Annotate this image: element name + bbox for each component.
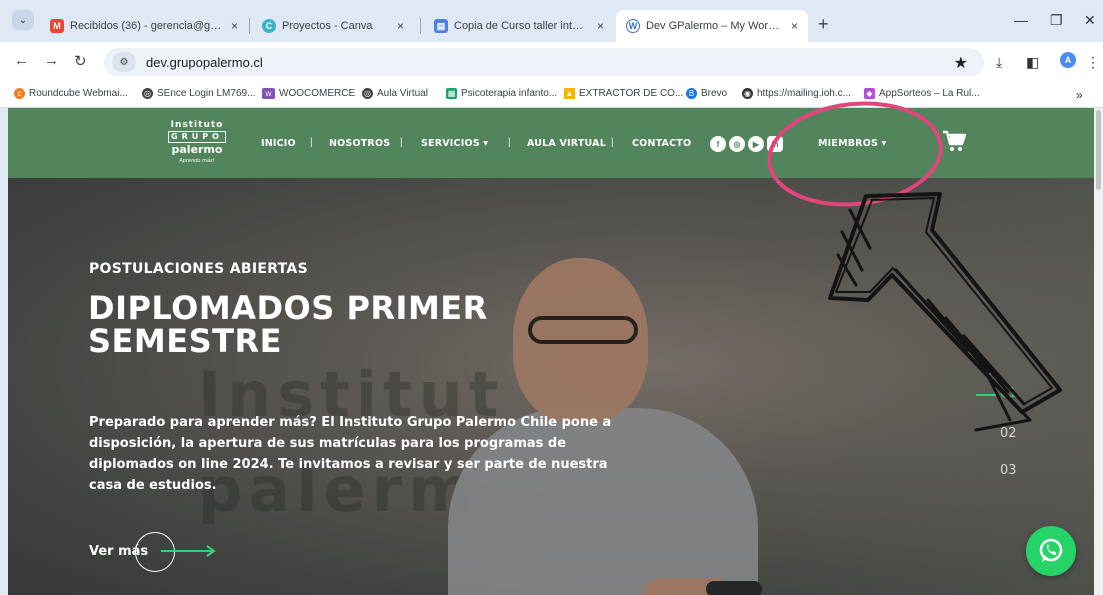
chevron-down-icon: ▾ [881, 138, 887, 149]
linkedin-icon[interactable]: in [767, 136, 783, 152]
appsorteos-icon: ◆ [864, 88, 875, 99]
nav-nosotros[interactable]: NOSOTROS [329, 138, 390, 149]
mailing-icon: ◉ [742, 88, 753, 99]
nav-separator: | [508, 137, 511, 148]
browser-menu-icon[interactable]: ⋮ [1086, 54, 1100, 71]
globe-icon: ◎ [142, 88, 153, 99]
profile-avatar[interactable]: A [1060, 52, 1076, 68]
ver-mas-link[interactable]: Ver más [89, 532, 229, 572]
new-tab-button[interactable]: + [818, 15, 829, 33]
slides-icon: ▤ [434, 19, 448, 33]
bookmark-psicoterapia[interactable]: ▦ Psicoterapia infanto... [446, 88, 557, 99]
bookmark-star-icon[interactable]: ★ [954, 53, 968, 73]
close-window-icon[interactable]: ✕ [1084, 12, 1096, 29]
nav-servicios[interactable]: SERVICIOS ▾ [421, 138, 488, 149]
hero-kicker: POSTULACIONES ABIERTAS [89, 261, 308, 277]
site-header: Instituto GRUPO palermo Aprendo más! INI… [8, 108, 1094, 178]
back-icon[interactable]: ← [14, 52, 29, 69]
tab-slides[interactable]: ▤ Copia de Curso taller intervenci × [424, 10, 614, 42]
bookmark-mailing[interactable]: ◉ https://mailing.ioh.c... [742, 88, 851, 99]
side-panel-icon[interactable]: ◧ [1026, 54, 1039, 71]
tab-canva[interactable]: C Proyectos - Canva × [252, 10, 414, 42]
bookmark-appsorteos[interactable]: ◆ AppSorteos – La Rul... [864, 88, 980, 99]
tab-divider [420, 18, 421, 34]
close-tab-icon[interactable]: × [231, 19, 238, 33]
gmail-icon: M [50, 19, 64, 33]
drive-icon: ▲ [564, 88, 575, 99]
bookmark-woocomerce[interactable]: w WOOCOMERCE [262, 88, 355, 99]
roundcube-icon: c [14, 88, 25, 99]
nav-inicio[interactable]: INICIO [261, 138, 296, 149]
instagram-icon[interactable]: ◎ [729, 136, 745, 152]
restore-icon[interactable]: ❐ [1050, 12, 1063, 29]
canva-icon: C [262, 19, 276, 33]
site-logo[interactable]: Instituto GRUPO palermo Aprendo más! [166, 120, 228, 168]
facebook-icon[interactable]: f [710, 136, 726, 152]
whatsapp-icon [1039, 538, 1063, 562]
bookmark-brevo[interactable]: B Brevo [686, 88, 727, 99]
hero-description: Preparado para aprender más? El Institut… [89, 415, 612, 493]
brevo-icon: B [686, 88, 697, 99]
woocommerce-icon: w [262, 88, 275, 99]
active-slide-line [976, 394, 998, 396]
address-bar[interactable]: ⚙ dev.grupopalermo.cl ★ [104, 48, 984, 76]
slide-indicator-3[interactable]: 03 [1000, 463, 1017, 478]
scrollbar-thumb[interactable] [1096, 110, 1101, 190]
nav-separator: | [400, 137, 403, 148]
tab-divider [249, 18, 250, 34]
close-tab-icon[interactable]: × [597, 19, 604, 33]
browser-toolbar: ← → ↻ ⚙ dev.grupopalermo.cl ★ ⤓ ◧ ⋮ [0, 42, 1103, 82]
web-page: Institut palerm Instituto GRUPO palermo … [8, 108, 1094, 595]
slide-indicator-1[interactable]: 01 [1000, 386, 1017, 401]
slide-indicator-2[interactable]: 02 [1000, 426, 1017, 441]
tab-search-button[interactable]: ⌄ [12, 10, 34, 30]
chevron-down-icon: ▾ [483, 138, 489, 149]
bookmark-extractor[interactable]: ▲ EXTRACTOR DE CO... [564, 88, 683, 99]
whatsapp-button[interactable] [1026, 526, 1076, 576]
nav-separator: | [310, 137, 313, 148]
browser-window: ⌄ M Recibidos (36) - gerencia@grup × C P… [0, 0, 1103, 595]
bookmark-aula-virtual[interactable]: ◎ Aula Virtual [362, 88, 428, 99]
tab-strip: ⌄ M Recibidos (36) - gerencia@grup × C P… [0, 0, 1103, 42]
globe-icon: ◎ [362, 88, 373, 99]
nav-contacto[interactable]: CONTACTO [632, 138, 691, 149]
arrow-right-icon [161, 545, 216, 557]
youtube-icon[interactable]: ▶ [748, 136, 764, 152]
wordpress-icon: W [626, 19, 640, 33]
reload-icon[interactable]: ↻ [74, 52, 87, 70]
nav-separator: | [611, 137, 614, 148]
tab-wordpress[interactable]: W Dev GPalermo – My WordPress × [616, 10, 808, 42]
sheets-icon: ▦ [446, 88, 457, 99]
nav-miembros[interactable]: MIEMBROS ▾ [818, 138, 887, 149]
tab-gmail[interactable]: M Recibidos (36) - gerencia@grup × [40, 10, 248, 42]
site-info-icon[interactable]: ⚙ [112, 52, 136, 72]
cart-icon[interactable] [942, 130, 966, 152]
hero-headline: DIPLOMADOS PRIMER SEMESTRE [88, 289, 488, 360]
url-text[interactable]: dev.grupopalermo.cl [146, 55, 263, 70]
forward-icon[interactable]: → [44, 52, 59, 69]
download-icon[interactable]: ⤓ [996, 54, 1002, 71]
bookmark-roundcube[interactable]: c Roundcube Webmai... [14, 88, 128, 99]
nav-aula-virtual[interactable]: AULA VIRTUAL [527, 138, 606, 149]
close-tab-icon[interactable]: × [397, 19, 404, 33]
bookmarks-bar: c Roundcube Webmai... ◎ SEnce Login LM769.… [0, 82, 1103, 108]
more-bookmarks-icon[interactable]: » [1076, 88, 1083, 102]
minimize-icon[interactable]: — [1014, 12, 1028, 28]
close-tab-icon[interactable]: × [791, 19, 798, 33]
bookmark-sence[interactable]: ◎ SEnce Login LM769... [142, 88, 255, 99]
